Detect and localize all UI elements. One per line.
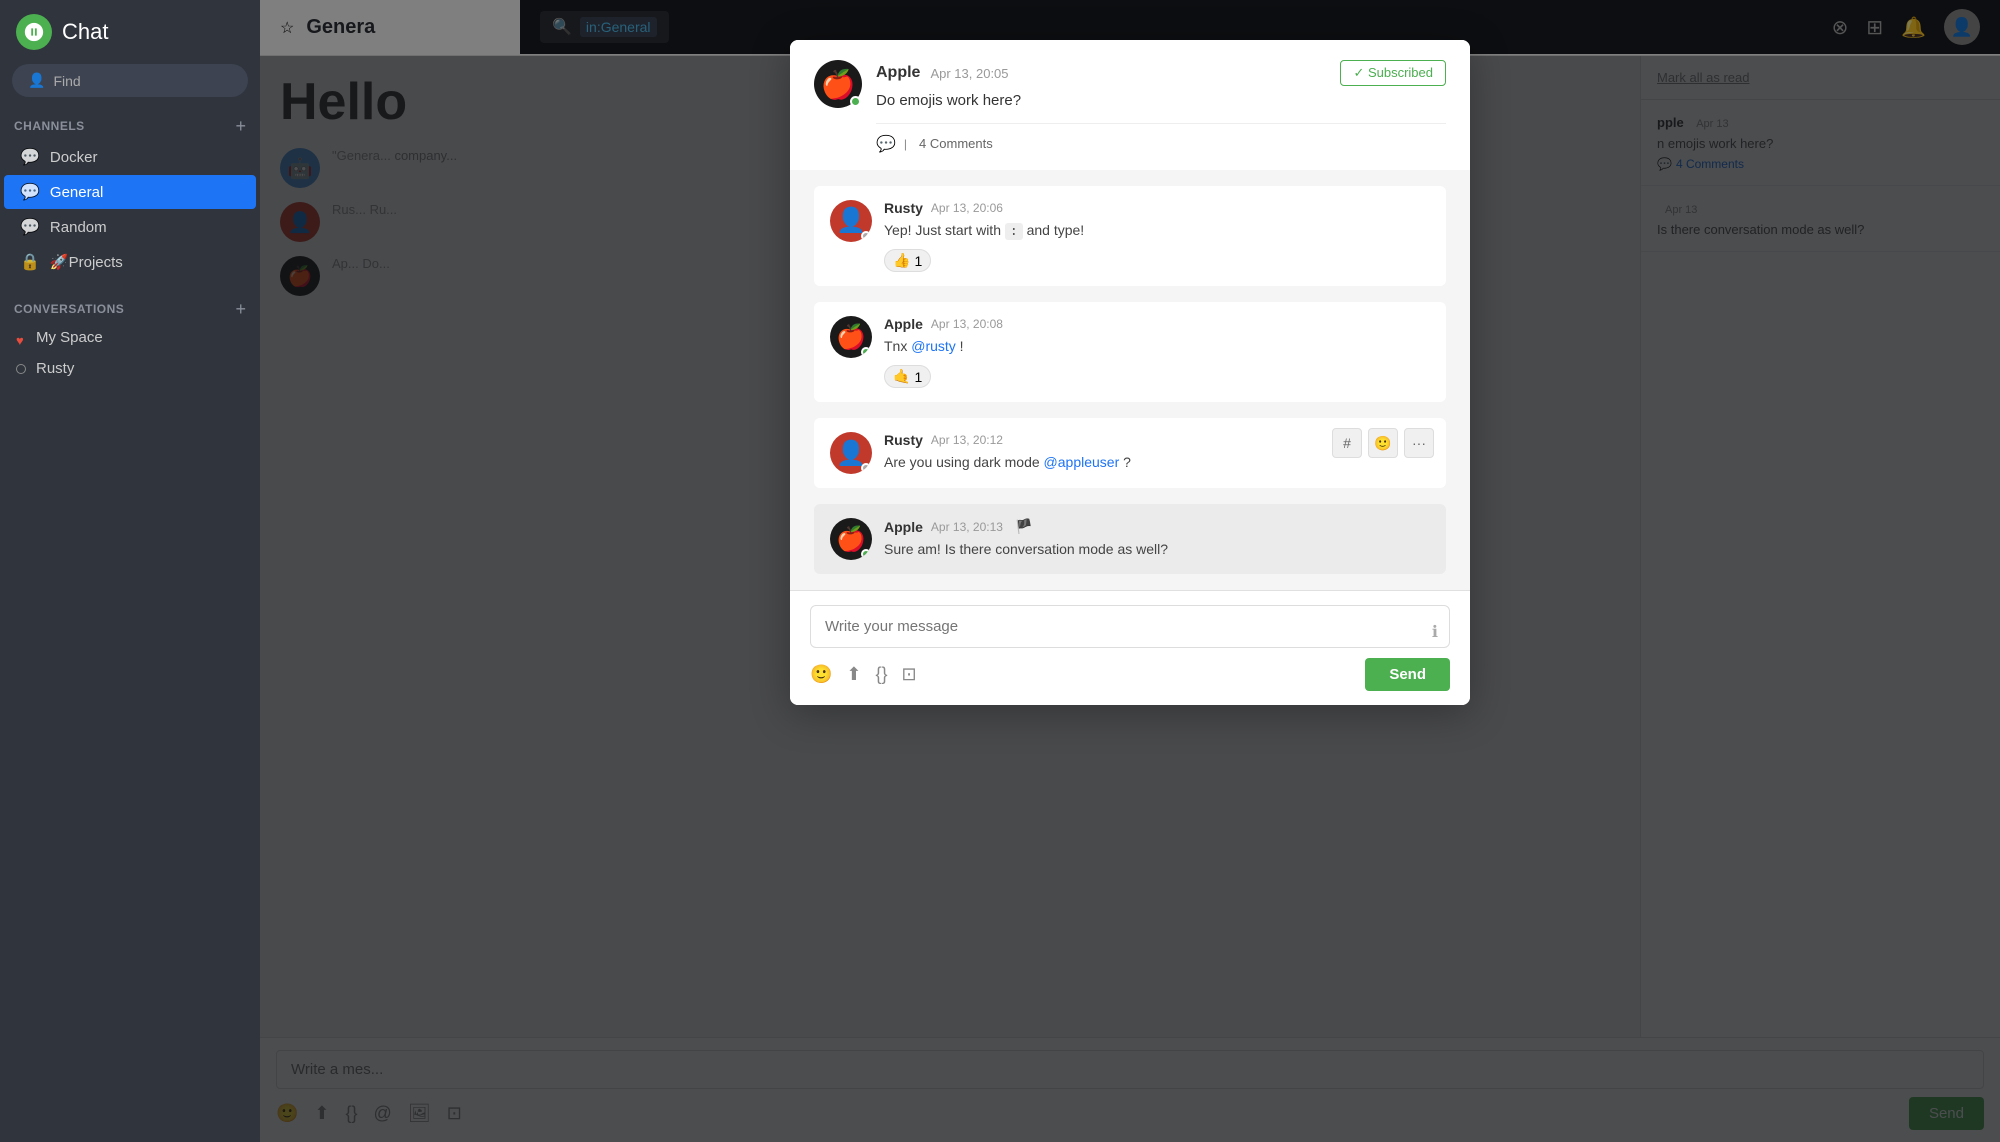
conversations-section: CONVERSATIONS + ♥ My Space Rusty	[0, 292, 260, 384]
sidebar-header: Chat	[0, 0, 260, 64]
reply-actions-3: # 🙂 ···	[1332, 428, 1434, 458]
modal-timestamp: Apr 13, 20:05	[930, 66, 1008, 81]
modal-code-icon[interactable]: {}	[876, 664, 888, 685]
emoji-action-button[interactable]: 🙂	[1368, 428, 1398, 458]
modal-emoji-icon[interactable]: 🙂	[810, 664, 832, 685]
find-button[interactable]: 👤 Find	[12, 64, 248, 97]
reply-content-4: Apple Apr 13, 20:13 🏴 Sure am! Is there …	[884, 518, 1430, 560]
heart-icon: ♥	[16, 333, 26, 343]
apple-avatar-4: 🍎	[830, 518, 872, 560]
input-info-icon[interactable]: ℹ	[1432, 622, 1438, 642]
reply-text-1: Yep! Just start with : and type!	[884, 220, 1430, 242]
conversations-section-header: CONVERSATIONS +	[0, 292, 260, 322]
status-dot	[16, 364, 26, 374]
channel-icon: 💬	[20, 147, 40, 167]
handsup-icon: 🤙	[893, 368, 910, 385]
reply-item-1: 👤 Rusty Apr 13, 20:06 Yep! Just start wi…	[814, 186, 1446, 287]
add-channel-button[interactable]: +	[235, 117, 246, 135]
modal-upload-icon[interactable]: ⬆	[846, 664, 861, 685]
reply-user-1: Rusty	[884, 200, 923, 216]
sidebar-item-rusty[interactable]: Rusty	[0, 353, 260, 384]
sidebar-item-myspace[interactable]: ♥ My Space	[0, 322, 260, 353]
add-conversation-button[interactable]: +	[235, 300, 246, 318]
modal-first-message: 🍎 Apple Apr 13, 20:05 ✓ Subscribed Do em…	[814, 60, 1446, 170]
modal-username: Apple	[876, 64, 920, 82]
thumbsup-icon: 👍	[893, 252, 910, 269]
modal-message-content: Apple Apr 13, 20:05 ✓ Subscribed Do emoj…	[876, 60, 1446, 154]
main-area: 🔍 in:General ⊗ ⊞ 🔔 👤 ☆ Genera 🔖 ⏰ 💬 ✕	[260, 0, 2000, 1142]
reply-user-4: Apple	[884, 519, 923, 535]
appleuser-mention: @appleuser	[1044, 454, 1120, 470]
thread-modal: 🍎 Apple Apr 13, 20:05 ✓ Subscribed Do em…	[790, 40, 1470, 705]
inline-code-1: :	[1005, 223, 1023, 240]
comments-icon: 💬	[876, 134, 896, 154]
sidebar-item-docker[interactable]: 💬 Docker	[4, 140, 256, 174]
lock-icon: 🔒	[20, 252, 40, 272]
reply-user-2: Apple	[884, 316, 923, 332]
modal-original-message: 🍎 Apple Apr 13, 20:05 ✓ Subscribed Do em…	[790, 40, 1470, 170]
reaction-1[interactable]: 👍 1	[884, 249, 931, 272]
reply-content-1: Rusty Apr 13, 20:06 Yep! Just start with…	[884, 200, 1430, 273]
modal-meta: Apple Apr 13, 20:05 ✓ Subscribed	[876, 60, 1446, 86]
reply-time-1: Apr 13, 20:06	[931, 201, 1003, 215]
rusty-status-1	[861, 231, 871, 241]
rusty-avatar-3: 👤	[830, 432, 872, 474]
apple-avatar-2: 🍎	[830, 316, 872, 358]
channels-section-header: CHANNELS +	[0, 109, 260, 139]
modal-message-text: Do emojis work here?	[876, 90, 1446, 113]
channel-icon: 💬	[20, 182, 40, 202]
modal-message-input[interactable]	[810, 605, 1450, 648]
apple-status-dot	[850, 96, 861, 107]
rusty-status-3	[861, 463, 871, 473]
modal-send-button[interactable]: Send	[1365, 658, 1450, 691]
app-title: Chat	[62, 19, 108, 45]
apple-status-2	[861, 347, 871, 357]
find-icon: 👤	[28, 72, 45, 89]
apple-status-4	[861, 549, 871, 559]
app-container: Chat 👤 Find CHANNELS + 💬 Docker 💬 Genera…	[0, 0, 2000, 1142]
reply-item-4: 🍎 Apple Apr 13, 20:13 🏴 Sure am! Is ther…	[814, 504, 1446, 574]
channel-icon: 💬	[20, 217, 40, 237]
modal-input-area: ℹ 🙂 ⬆ {} ⊡ Send	[790, 590, 1470, 705]
reply-user-3: Rusty	[884, 432, 923, 448]
reply-item-3: 👤 Rusty Apr 13, 20:12 Are you using dark…	[814, 418, 1446, 488]
reaction-2[interactable]: 🤙 1	[884, 365, 931, 388]
more-action-button[interactable]: ···	[1404, 428, 1434, 458]
modal-apple-avatar: 🍎	[814, 60, 862, 108]
bookmark-flag-icon[interactable]: 🏴	[1015, 518, 1032, 535]
app-logo	[16, 14, 52, 50]
reply-time-4: Apr 13, 20:13	[931, 520, 1003, 534]
reply-text-2: Tnx @rusty !	[884, 336, 1430, 357]
hashtag-action-button[interactable]: #	[1332, 428, 1362, 458]
modal-overlay: 🍎 Apple Apr 13, 20:05 ✓ Subscribed Do em…	[260, 0, 2000, 1142]
reply-time-3: Apr 13, 20:12	[931, 433, 1003, 447]
sidebar: Chat 👤 Find CHANNELS + 💬 Docker 💬 Genera…	[0, 0, 260, 1142]
channels-list: 💬 Docker 💬 General 💬 Random 🔒 🚀Projects	[0, 139, 260, 280]
rusty-avatar-1: 👤	[830, 200, 872, 242]
subscribed-button[interactable]: ✓ Subscribed	[1340, 60, 1446, 86]
modal-crop-icon[interactable]: ⊡	[902, 664, 917, 685]
reply-text-4: Sure am! Is there conversation mode as w…	[884, 539, 1430, 560]
modal-replies: 👤 Rusty Apr 13, 20:06 Yep! Just start wi…	[790, 170, 1470, 591]
sidebar-item-projects[interactable]: 🔒 🚀Projects	[4, 245, 256, 279]
reply-item-2: 🍎 Apple Apr 13, 20:08 Tnx @rusty !	[814, 302, 1446, 402]
reply-time-2: Apr 13, 20:08	[931, 317, 1003, 331]
modal-comments-count: 💬 | 4 Comments	[876, 123, 1446, 154]
sidebar-item-random[interactable]: 💬 Random	[4, 210, 256, 244]
modal-toolbar: 🙂 ⬆ {} ⊡ Send	[810, 658, 1450, 691]
reply-content-2: Apple Apr 13, 20:08 Tnx @rusty ! 🤙 1	[884, 316, 1430, 388]
rusty-mention: @rusty	[911, 338, 956, 354]
modal-input-wrapper: ℹ	[810, 605, 1450, 658]
sidebar-item-general[interactable]: 💬 General	[4, 175, 256, 209]
